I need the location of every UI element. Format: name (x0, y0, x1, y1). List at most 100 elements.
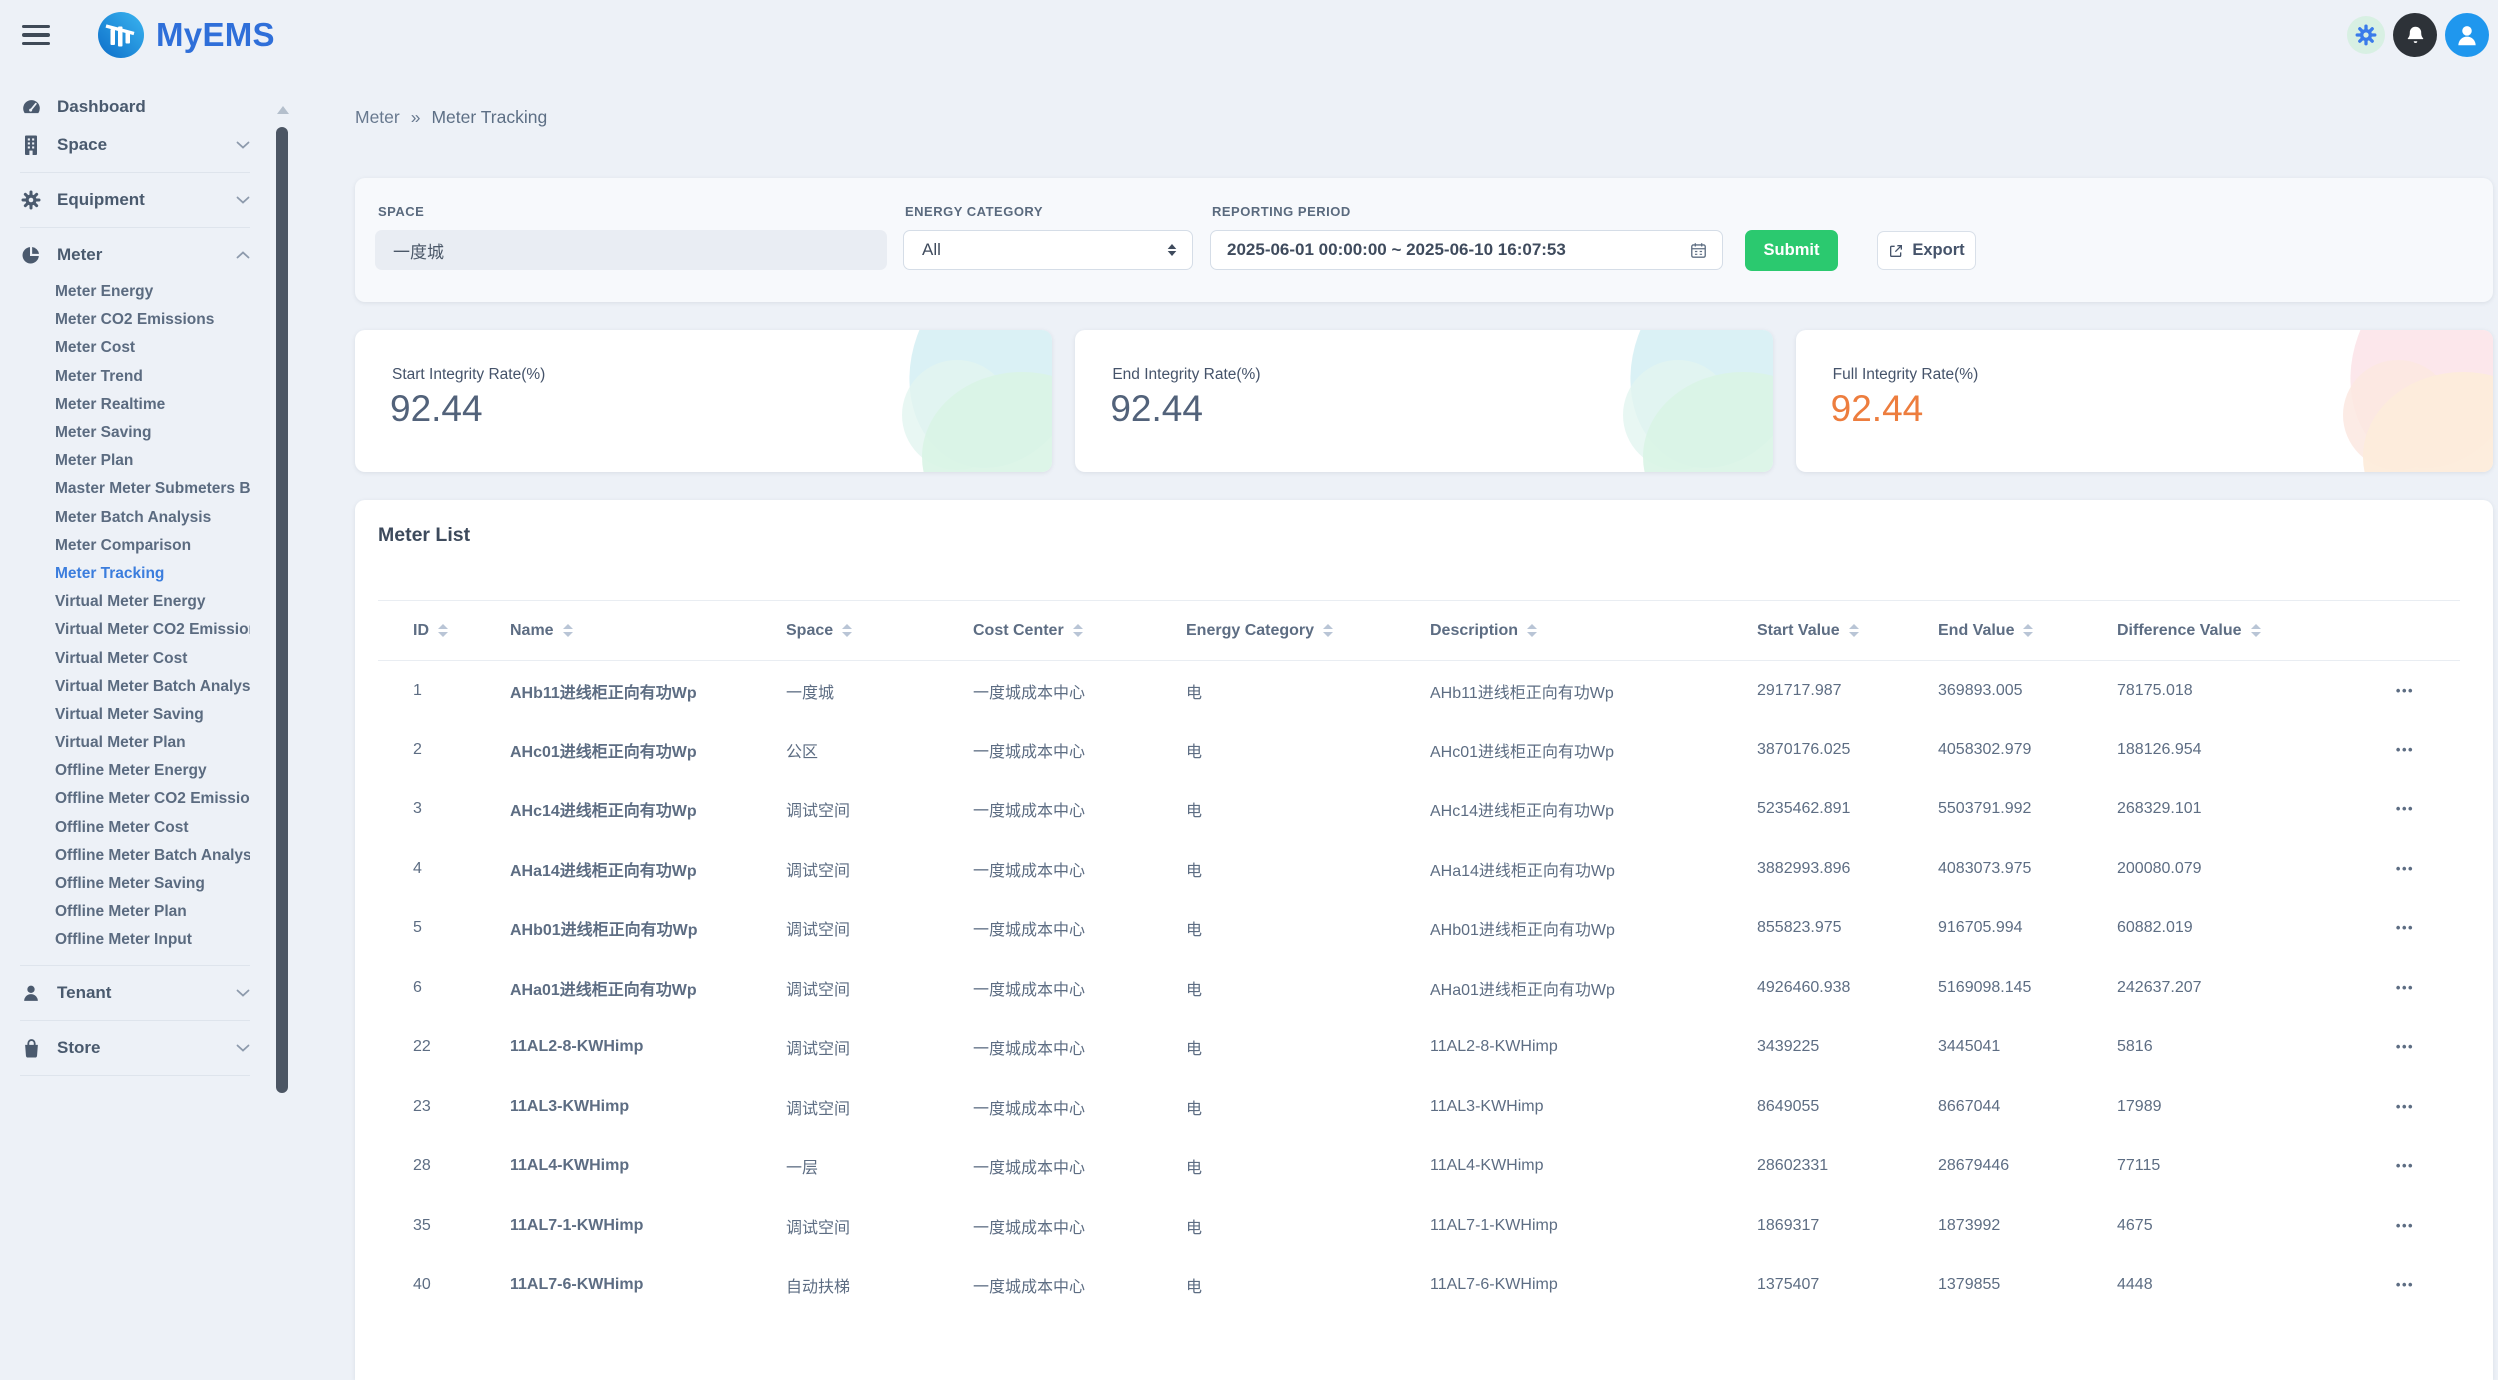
sort-icon[interactable] (842, 624, 852, 637)
scroll-up-arrow-icon[interactable] (277, 106, 289, 114)
sidebar-item-tenant[interactable]: Tenant (20, 974, 250, 1012)
sort-icon[interactable] (438, 624, 448, 637)
sidebar-subitem[interactable]: Meter Realtime (20, 391, 250, 419)
column-header-description[interactable]: Description (1430, 601, 1757, 661)
row-actions-button[interactable]: ••• (2396, 742, 2414, 757)
sidebar-scrollbar-thumb[interactable] (276, 127, 288, 1093)
cell-space: 调试空间 (786, 1018, 973, 1078)
sort-icon[interactable] (1073, 624, 1083, 637)
cell-id: 40 (378, 1256, 510, 1316)
cell-cost-center: 一度城成本中心 (973, 780, 1186, 840)
sort-icon[interactable] (563, 624, 573, 637)
row-actions-button[interactable]: ••• (2396, 1218, 2414, 1233)
cell-start-value: 4926460.938 (1757, 958, 1938, 1018)
column-header-cost-center[interactable]: Cost Center (973, 601, 1186, 661)
sidebar-subitem[interactable]: Offline Meter CO2 Emission (20, 785, 250, 813)
sidebar-subitem[interactable]: Meter Trend (20, 363, 250, 391)
sidebar-subitem[interactable]: Offline Meter Cost (20, 814, 250, 842)
row-actions-button[interactable]: ••• (2396, 920, 2414, 935)
sidebar-subitem[interactable]: Virtual Meter CO2 Emission (20, 616, 250, 644)
row-actions-button[interactable]: ••• (2396, 861, 2414, 876)
row-actions-button[interactable]: ••• (2396, 683, 2414, 698)
sidebar-subitem[interactable]: Meter Saving (20, 419, 250, 447)
sort-icon[interactable] (2251, 624, 2261, 637)
user-icon (2454, 22, 2480, 48)
sidebar-subitem[interactable]: Virtual Meter Saving (20, 701, 250, 729)
sidebar-subitem[interactable]: Virtual Meter Energy (20, 588, 250, 616)
sidebar-subitem[interactable]: Offline Meter Plan (20, 898, 250, 926)
sort-icon[interactable] (1849, 624, 1859, 637)
breadcrumb-parent[interactable]: Meter (355, 107, 400, 128)
column-header-start-value[interactable]: Start Value (1757, 601, 1938, 661)
cell-energy-category: 电 (1186, 958, 1430, 1018)
profile-avatar[interactable] (2445, 13, 2489, 57)
column-header-space[interactable]: Space (786, 601, 973, 661)
notifications-button[interactable] (2393, 13, 2437, 57)
column-header-difference-value[interactable]: Difference Value (2117, 601, 2350, 661)
space-input[interactable]: 一度城 (375, 230, 887, 270)
cell-start-value: 8649055 (1757, 1077, 1938, 1137)
export-button-label: Export (1912, 241, 1964, 260)
cell-description: AHc14进线柜正向有功Wp (1430, 780, 1757, 840)
column-header-id[interactable]: ID (378, 601, 510, 661)
column-header-energy-category[interactable]: Energy Category (1186, 601, 1430, 661)
sidebar-subitem[interactable]: Virtual Meter Cost (20, 644, 250, 672)
sort-icon[interactable] (2023, 624, 2033, 637)
sidebar-subitem[interactable]: Offline Meter Energy (20, 757, 250, 785)
breadcrumb: Meter » Meter Tracking (355, 107, 547, 128)
sidebar-subitem[interactable]: Meter Plan (20, 447, 250, 475)
chevron-down-icon (236, 1044, 250, 1052)
table-row: 28 11AL4-KWHimp 一层 一度城成本中心 电 11AL4-KWHim… (378, 1137, 2460, 1197)
row-actions-button[interactable]: ••• (2396, 1039, 2414, 1054)
cell-description: AHa01进线柜正向有功Wp (1430, 958, 1757, 1018)
sidebar-subitem[interactable]: Meter Comparison (20, 532, 250, 560)
sidebar-subitem[interactable]: Meter Energy (20, 278, 250, 306)
sidebar-subitem[interactable]: Offline Meter Saving (20, 870, 250, 898)
sidebar-subitem[interactable]: Master Meter Submeters Ba (20, 475, 250, 503)
brand-logo[interactable]: MyEMS (98, 12, 275, 58)
chevron-down-icon (236, 196, 250, 204)
export-button[interactable]: Export (1877, 231, 1976, 270)
sidebar-subitem[interactable]: Offline Meter Input (20, 926, 250, 954)
sort-icon[interactable] (1323, 624, 1333, 637)
sidebar-subitem[interactable]: Virtual Meter Batch Analysis (20, 673, 250, 701)
cell-start-value: 1869317 (1757, 1196, 1938, 1256)
column-header-actions (2350, 601, 2460, 661)
energy-category-select[interactable]: All (903, 230, 1193, 270)
sidebar-item-meter[interactable]: Meter (20, 236, 250, 274)
sidebar-subitem[interactable]: Meter Batch Analysis (20, 504, 250, 532)
sidebar-subitem[interactable]: Virtual Meter Plan (20, 729, 250, 757)
sidebar-item-equipment[interactable]: Equipment (20, 181, 250, 219)
sidebar-subitem[interactable]: Meter Tracking (20, 560, 250, 588)
sidebar-item-space[interactable]: Space (20, 126, 250, 164)
row-actions-button[interactable]: ••• (2396, 980, 2414, 995)
column-header-end-value[interactable]: End Value (1938, 601, 2117, 661)
reporting-period-label: REPORTING PERIOD (1212, 204, 1351, 219)
cell-end-value: 1379855 (1938, 1256, 2117, 1316)
cell-end-value: 5503791.992 (1938, 780, 2117, 840)
chevron-up-icon (236, 251, 250, 259)
sidebar-subitem[interactable]: Meter Cost (20, 334, 250, 362)
sidebar-item-store[interactable]: Store (20, 1029, 250, 1067)
cell-name: 11AL3-KWHimp (510, 1077, 786, 1137)
column-header-name[interactable]: Name (510, 601, 786, 661)
reporting-period-input[interactable]: 2025-06-01 00:00:00 ~ 2025-06-10 16:07:5… (1210, 230, 1723, 270)
hamburger-menu-button[interactable] (22, 25, 50, 46)
submit-button[interactable]: Submit (1745, 230, 1838, 271)
sidebar-subitem[interactable]: Meter CO2 Emissions (20, 306, 250, 334)
cell-energy-category: 电 (1186, 1256, 1430, 1316)
cell-end-value: 5169098.145 (1938, 958, 2117, 1018)
space-label: SPACE (378, 204, 424, 219)
sort-icon[interactable] (1527, 624, 1537, 637)
cell-start-value: 1375407 (1757, 1256, 1938, 1316)
brand-name: MyEMS (156, 16, 275, 54)
row-actions-button[interactable]: ••• (2396, 1277, 2414, 1292)
sidebar-subitem[interactable]: Offline Meter Batch Analysis (20, 842, 250, 870)
cell-space: 一度城 (786, 661, 973, 721)
row-actions-button[interactable]: ••• (2396, 1099, 2414, 1114)
sidebar-item-dashboard[interactable]: Dashboard (20, 88, 250, 126)
cell-energy-category: 电 (1186, 899, 1430, 959)
row-actions-button[interactable]: ••• (2396, 1158, 2414, 1173)
settings-button[interactable] (2347, 16, 2385, 54)
row-actions-button[interactable]: ••• (2396, 801, 2414, 816)
